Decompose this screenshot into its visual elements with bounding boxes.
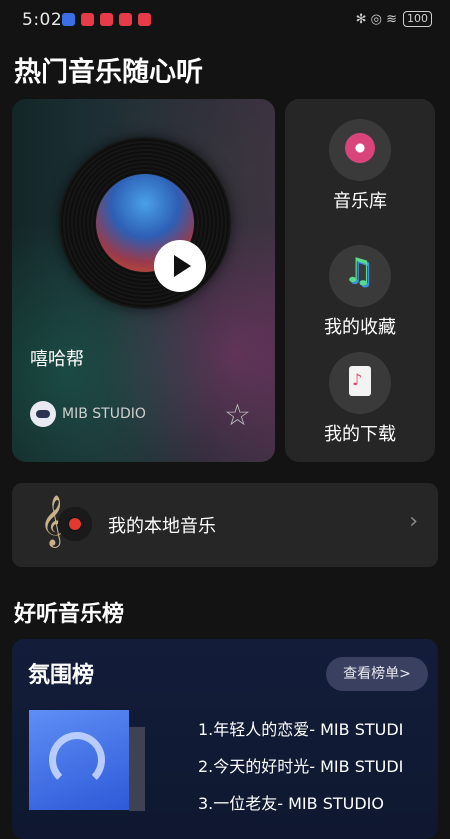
notification-app-icon [100, 13, 113, 26]
notification-app-icon [138, 13, 151, 26]
list-item[interactable]: 2.今天的好时光- MIB STUDI [198, 748, 403, 785]
studio-name: MIB STUDIO [62, 406, 146, 422]
menu-item-favorites[interactable]: 我的收藏 [285, 245, 435, 339]
menu-item-label: 音乐库 [333, 191, 387, 212]
charts-section-title: 好听音乐榜 [14, 602, 125, 627]
studio-logo-icon [30, 401, 56, 427]
list-item[interactable]: 3.一位老友- MIB STUDIO [198, 785, 403, 822]
chevron-right-icon: › [409, 509, 418, 534]
menu-item-label: 我的下载 [324, 424, 396, 445]
play-button[interactable] [154, 240, 206, 292]
featured-playlist-card[interactable]: 嘻哈帮 MIB STUDIO ☆ [12, 99, 275, 462]
music-download-icon [329, 352, 391, 414]
notification-app-icon [62, 13, 75, 26]
chart-card-title: 氛围榜 [28, 663, 95, 688]
headphones-icon [49, 732, 105, 788]
local-music-label: 我的本地音乐 [108, 516, 216, 537]
signal-wifi-icons: ✻ ◎ ≋ [355, 11, 397, 27]
studio-credit: MIB STUDIO [30, 401, 146, 427]
cover-shadow [129, 727, 145, 811]
quick-menu-card: 音乐库 我的收藏 我的下载 [285, 99, 435, 462]
menu-item-downloads[interactable]: 我的下载 [285, 352, 435, 446]
local-music-icon: 𝄞 [40, 499, 94, 551]
album-cover-image [96, 174, 206, 292]
menu-item-label: 我的收藏 [324, 317, 396, 338]
view-chart-button[interactable]: 查看榜单> [326, 657, 428, 691]
status-bar: 5:02 ✻ ◎ ≋ 100 [0, 0, 450, 40]
music-library-icon [329, 119, 391, 181]
list-item[interactable]: 1.年轻人的恋爱- MIB STUDI [198, 711, 403, 748]
song-list: 1.年轻人的恋爱- MIB STUDI 2.今天的好时光- MIB STUDI … [198, 711, 403, 822]
notification-app-icon [81, 13, 94, 26]
vinyl-record-image [59, 137, 231, 309]
notification-icons [62, 13, 151, 26]
local-music-row[interactable]: 𝄞 我的本地音乐 › [12, 483, 438, 567]
status-time: 5:02 [22, 10, 63, 30]
chart-card: 氛围榜 查看榜单> 1.年轻人的恋爱- MIB STUDI 2.今天的好时光- … [12, 639, 438, 839]
featured-playlist-name: 嘻哈帮 [30, 349, 84, 370]
battery-icon: 100 [403, 11, 432, 27]
status-indicators: ✻ ◎ ≋ 100 [356, 11, 432, 27]
chart-cover-image[interactable] [29, 710, 129, 810]
menu-item-library[interactable]: 音乐库 [285, 119, 435, 213]
music-favorites-icon [329, 245, 391, 307]
page-title: 热门音乐随心听 [14, 57, 203, 88]
star-icon[interactable]: ☆ [224, 401, 251, 431]
record-disc-icon [58, 507, 92, 541]
notification-app-icon [119, 13, 132, 26]
